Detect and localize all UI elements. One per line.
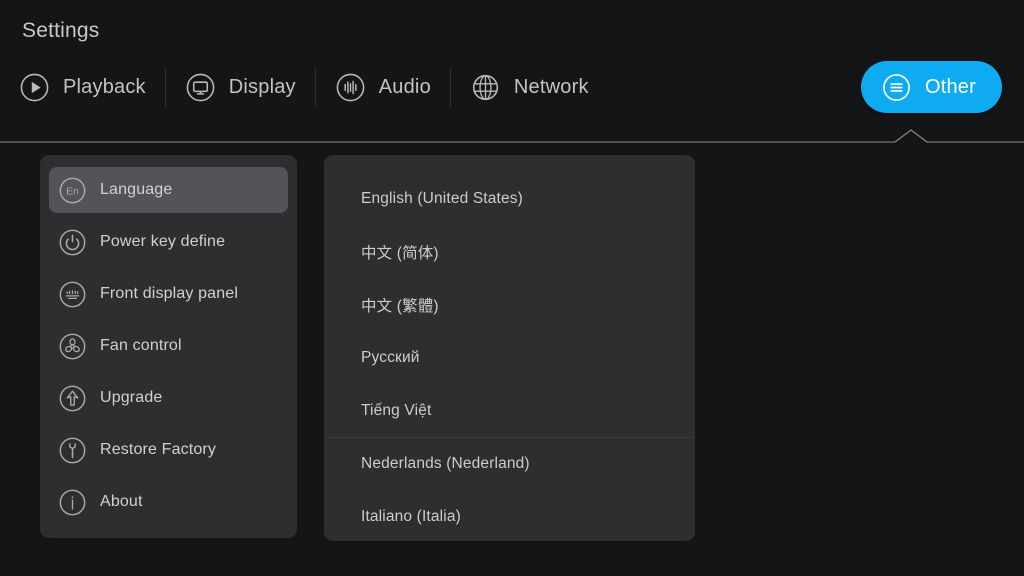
language-option-label: 中文 (简体) bbox=[361, 244, 439, 262]
info-circle-icon bbox=[59, 489, 86, 515]
language-list: English (United States) 中文 (简体) 中文 (繁體) … bbox=[324, 155, 695, 541]
sidebar-item-power-key-define[interactable]: Power key define bbox=[49, 219, 288, 265]
tab-display-label: Display bbox=[228, 76, 296, 98]
tab-display[interactable]: Display bbox=[166, 62, 315, 112]
list-item[interactable]: Русский bbox=[324, 331, 695, 384]
tab-playback-label: Playback bbox=[63, 76, 146, 98]
list-item[interactable]: English (United States) bbox=[324, 172, 695, 225]
sidebar-item-front-display-panel[interactable]: Front display panel bbox=[49, 271, 288, 317]
tab-audio[interactable]: Audio bbox=[316, 62, 450, 112]
language-option-label: Italiano (Italia) bbox=[361, 507, 461, 525]
other-settings-sidebar: En Language Power key define Front displ… bbox=[40, 155, 297, 538]
sidebar-item-fan-control-label: Fan control bbox=[100, 337, 182, 354]
list-item[interactable]: Tiếng Việt bbox=[324, 384, 695, 437]
arrow-up-circle-icon bbox=[59, 385, 86, 411]
language-option-label: Русский bbox=[361, 348, 420, 366]
list-item[interactable]: 中文 (简体) bbox=[324, 225, 695, 278]
tab-other-label: Other bbox=[924, 76, 976, 98]
power-circle-icon bbox=[59, 229, 86, 255]
equalizer-circle-icon bbox=[336, 73, 365, 101]
sidebar-item-upgrade-label: Upgrade bbox=[100, 389, 163, 406]
language-option-label: 中文 (繁體) bbox=[361, 297, 439, 315]
sidebar-item-language[interactable]: En Language bbox=[49, 167, 288, 213]
page-title: Settings bbox=[22, 19, 100, 42]
sidebar-item-about[interactable]: About bbox=[49, 479, 288, 525]
list-item[interactable]: Italiano (Italia) bbox=[324, 490, 695, 541]
language-option-label: English (United States) bbox=[361, 189, 523, 207]
language-option-label: Tiếng Việt bbox=[361, 401, 432, 419]
tab-playback[interactable]: Playback bbox=[0, 62, 165, 112]
svg-text:En: En bbox=[66, 186, 78, 197]
sidebar-item-restore-factory[interactable]: Restore Factory bbox=[49, 427, 288, 473]
fan-circle-icon bbox=[59, 333, 86, 359]
sidebar-item-power-key-define-label: Power key define bbox=[100, 233, 226, 250]
list-item[interactable]: Nederlands (Nederland) bbox=[324, 437, 695, 490]
tab-other[interactable]: Other bbox=[860, 61, 1002, 113]
list-item[interactable]: 中文 (繁體) bbox=[324, 278, 695, 331]
front-panel-circle-icon bbox=[59, 281, 86, 307]
sidebar-item-front-display-panel-label: Front display panel bbox=[100, 285, 239, 302]
tab-bar-divider bbox=[0, 128, 1024, 148]
divider-line-with-peak bbox=[0, 129, 1024, 143]
sidebar-item-fan-control[interactable]: Fan control bbox=[49, 323, 288, 369]
tab-network-label: Network bbox=[513, 76, 589, 98]
language-list-panel: English (United States) 中文 (简体) 中文 (繁體) … bbox=[324, 155, 695, 541]
sidebar-item-restore-factory-label: Restore Factory bbox=[100, 441, 217, 458]
sidebar-item-about-label: About bbox=[100, 493, 143, 510]
sidebar-item-upgrade[interactable]: Upgrade bbox=[49, 375, 288, 421]
settings-tab-bar: Playback Display Audio Network Other bbox=[0, 58, 1024, 116]
sidebar-item-language-label: Language bbox=[100, 181, 173, 198]
globe-icon bbox=[472, 74, 498, 100]
monitor-circle-icon bbox=[186, 73, 215, 101]
language-option-label: Nederlands (Nederland) bbox=[361, 454, 530, 472]
tab-network[interactable]: Network bbox=[451, 62, 608, 112]
settings-content: En Language Power key define Front displ… bbox=[0, 155, 1024, 545]
language-en-circle-icon: En bbox=[59, 177, 86, 203]
menu-circle-icon bbox=[883, 73, 910, 101]
wrench-circle-icon bbox=[59, 437, 86, 463]
tab-audio-label: Audio bbox=[378, 76, 431, 98]
play-circle-icon bbox=[20, 73, 49, 101]
